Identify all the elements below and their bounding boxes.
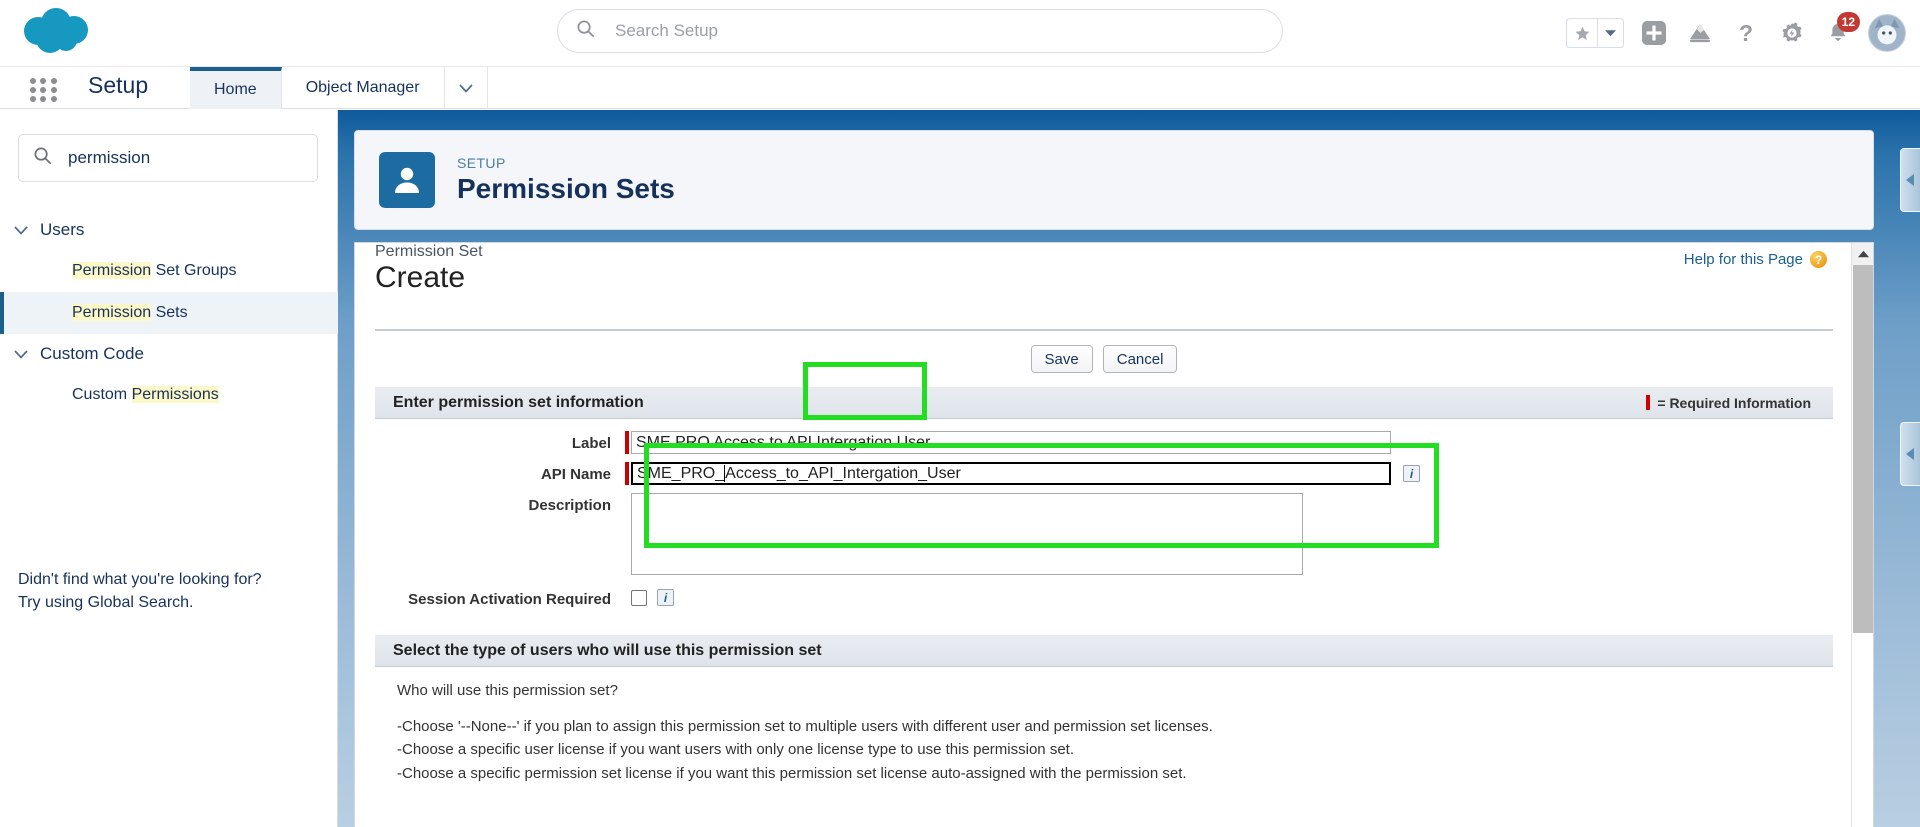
save-button[interactable]: Save [1030,345,1093,373]
required-information-note: = Required Information [1646,395,1811,411]
choice-line-2: -Choose a specific user license if you w… [397,741,1074,759]
api-name-input[interactable]: SME_PRO_ Access_to_API_Intergation_User [631,462,1391,485]
section-title: Enter permission set information [393,393,644,411]
chevron-down-icon [14,349,28,359]
star-icon[interactable] [1567,19,1597,47]
form-title: Create [375,261,466,294]
setup-sidebar: permission Users Permission Set Groups P… [0,110,338,827]
required-marker-icon [1646,395,1651,410]
session-activation-checkbox[interactable] [631,589,647,606]
help-link-label: Help for this Page [1683,251,1803,268]
label-field-label: Label [571,435,611,452]
header-icon-group: ? 12 [1566,8,1906,58]
required-marker-icon [625,431,629,454]
page-title: Permission Sets [457,173,675,204]
scrollbar-thumb[interactable] [1853,265,1873,633]
setup-iframe-panel: Permission Set Create Help for this Page… [354,242,1874,827]
sidebar-tree: Users Permission Set Groups Permission S… [0,210,338,416]
setup-nav-bar: Setup Home Object Manager [0,67,1920,109]
app-launcher-icon[interactable] [30,76,58,104]
svg-text:?: ? [1739,20,1753,46]
sidebar-note-line1: Didn't find what you're looking for? [18,571,262,588]
user-type-question: Who will use this permission set? [397,682,618,699]
bell-icon[interactable]: 12 [1822,12,1860,49]
global-header: Search Setup ? 12 [0,0,1920,67]
user-icon [379,152,435,208]
required-note-label: = Required Information [1657,394,1811,411]
sidebar-group-custom-code[interactable]: Custom Code [0,334,338,374]
notification-badge: 12 [1836,12,1860,32]
api-name-field-label: API Name [540,466,611,483]
collapse-panel-tab-top[interactable] [1900,148,1920,212]
api-name-value-after-caret: Access_to_API_Intergation_User [725,464,961,482]
field-row-label: Label SME PRO Access to API Intergation … [375,431,1391,454]
description-field-label: Description [528,497,611,514]
mountain-icon[interactable] [1684,17,1716,49]
sidebar-item-label: Permission Sets [72,304,188,321]
chevron-down-icon[interactable] [1597,19,1623,47]
api-name-info-icon[interactable]: i [1403,465,1420,482]
plus-icon[interactable] [1638,17,1670,49]
section-header-permission-set-info: Enter permission set information = Requi… [375,387,1833,419]
sidebar-search-input[interactable]: permission [18,134,318,182]
section-header-user-type: Select the type of users who will use th… [375,635,1833,667]
page-header-eyebrow: SETUP [457,155,506,171]
field-row-description: Description [375,493,1303,575]
iframe-scrollbar[interactable] [1851,243,1873,827]
sidebar-item-custom-permissions[interactable]: Custom Permissions [0,374,338,416]
session-activation-info-icon[interactable]: i [657,589,674,606]
help-for-this-page-link[interactable]: Help for this Page ? [1684,251,1827,268]
search-icon [576,19,595,43]
cancel-button[interactable]: Cancel [1102,345,1178,373]
section-title: Select the type of users who will use th… [393,641,822,659]
global-search-input[interactable]: Search Setup [557,9,1283,53]
gear-icon[interactable] [1776,17,1808,49]
salesforce-cloud-logo[interactable] [20,6,110,61]
sidebar-item-label: Custom Permissions [72,386,219,403]
tab-home[interactable]: Home [190,67,282,109]
search-icon [33,146,52,170]
sidebar-group-label: Users [40,220,85,239]
label-input[interactable]: SME PRO Access to API Intergation User [631,431,1391,454]
sidebar-group-users[interactable]: Users [0,210,338,250]
global-search-placeholder: Search Setup [615,21,719,40]
field-row-session-activation: Session Activation Required i [375,587,674,608]
api-name-value-before-caret: SME_PRO_ [637,464,725,482]
field-row-api-name: API Name SME_PRO_ Access_to_API_Intergati… [375,462,1420,485]
required-marker-icon [625,462,629,485]
question-mark-icon[interactable]: ? [1730,17,1762,49]
scroll-up-arrow-icon[interactable] [1852,243,1873,265]
description-textarea[interactable] [631,493,1303,575]
tab-object-manager[interactable]: Object Manager [282,67,445,109]
collapse-panel-tab-bottom[interactable] [1900,422,1920,486]
sidebar-item-permission-sets[interactable]: Permission Sets [0,292,338,334]
sidebar-item-label: Permission Set Groups [72,262,237,279]
help-icon: ? [1810,251,1827,268]
sidebar-note-line2: Try using Global Search. [18,594,194,612]
sidebar-item-permission-set-groups[interactable]: Permission Set Groups [0,250,338,292]
avatar[interactable] [1868,14,1906,52]
form-button-bar: Save Cancel [375,329,1833,387]
favorites-group[interactable] [1566,18,1624,48]
session-activation-field-label: Session Activation Required [408,591,611,608]
chevron-down-icon [14,225,28,235]
choice-line-1: -Choose '--None--' if you plan to assign… [397,718,1213,735]
choice-line-3: -Choose a specific permission set licens… [397,764,1187,782]
user-type-choices: -Choose '--None--' if you plan to assign… [397,715,1797,785]
breadcrumb: Permission Set [375,243,483,260]
main-content: SETUP Permission Sets Permission Set Cre… [338,110,1920,827]
sidebar-help-note: Didn't find what you're looking for? Try… [18,568,318,614]
chevron-down-icon[interactable] [445,67,488,109]
page-header: SETUP Permission Sets [354,130,1874,230]
sidebar-group-label: Custom Code [40,344,144,363]
setup-app-label: Setup [88,72,149,98]
sidebar-search-value: permission [68,148,151,167]
setup-tabs: Home Object Manager [190,67,488,109]
